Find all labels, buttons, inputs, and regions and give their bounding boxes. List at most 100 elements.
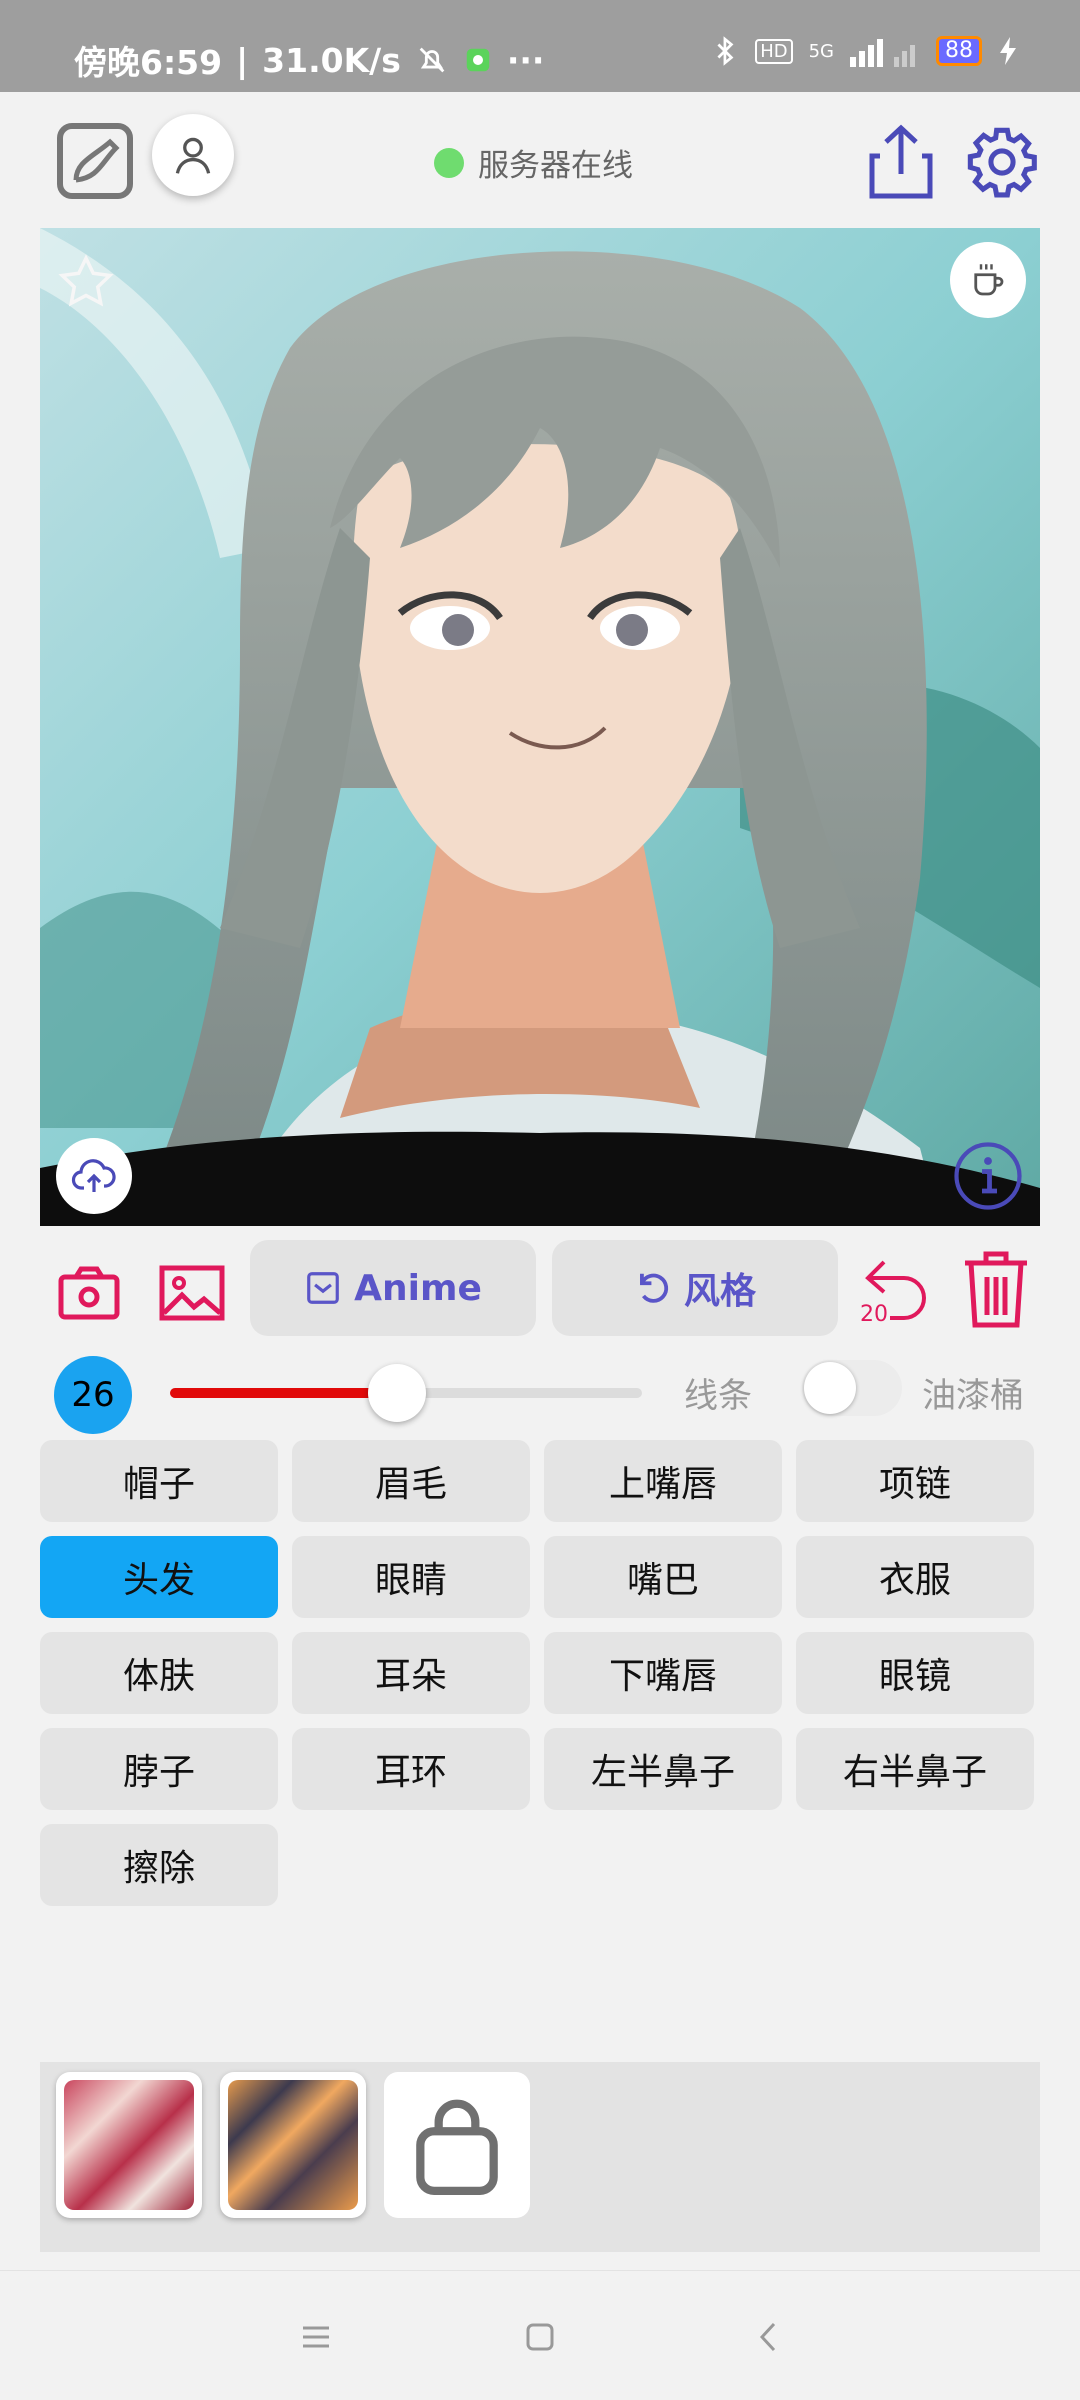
vpn-icon bbox=[466, 48, 490, 72]
part-chip-label: 擦除 bbox=[122, 1848, 195, 1889]
charging-icon bbox=[1000, 37, 1016, 65]
status-bar: 傍晚6:59 | 31.0K/s ··· HD 5G 88 bbox=[0, 0, 1080, 92]
part-chip[interactable]: 左半鼻子 bbox=[544, 1728, 782, 1810]
locked-style-slot[interactable] bbox=[384, 2072, 530, 2218]
part-chip-label: 项链 bbox=[878, 1464, 951, 1505]
line-mode-label[interactable]: 线条 bbox=[684, 1368, 752, 1417]
part-chip[interactable]: 脖子 bbox=[40, 1728, 278, 1810]
signal-icon bbox=[850, 39, 915, 67]
draw-edit-icon bbox=[57, 123, 133, 199]
bluetooth-icon bbox=[717, 36, 734, 66]
part-chip[interactable]: 眼睛 bbox=[292, 1536, 530, 1618]
back-icon bbox=[759, 2322, 776, 2352]
model-label: Anime bbox=[354, 1267, 482, 1309]
part-chip[interactable]: 头发 bbox=[40, 1536, 278, 1618]
toggle-knob bbox=[804, 1362, 856, 1414]
top-bar: 服务器在线 bbox=[0, 92, 1080, 222]
status-left: 傍晚6:59 | 31.0K/s ··· bbox=[74, 36, 544, 84]
part-chip-label: 衣服 bbox=[878, 1560, 951, 1601]
paint-bucket-toggle[interactable] bbox=[802, 1360, 902, 1416]
part-chip-label: 眉毛 bbox=[374, 1464, 447, 1505]
part-selector-grid: 帽子 眉毛 上嘴唇 项链头发 眼睛 嘴巴 衣服体肤 耳朵 下嘴唇 眼镜脖子 耳环 左半鼻子 右半鼻子擦除 bbox=[40, 1440, 1040, 1906]
refresh-icon bbox=[640, 1273, 669, 1303]
style-thumbnail-2[interactable] bbox=[220, 2072, 366, 2218]
info-icon bbox=[954, 1142, 1022, 1210]
generated-image-canvas[interactable] bbox=[40, 228, 1040, 1226]
style-swatch-orange bbox=[228, 2080, 358, 2210]
undo-button[interactable]: 20 bbox=[856, 1250, 936, 1330]
part-chip[interactable]: 耳朵 bbox=[292, 1632, 530, 1714]
lock-icon bbox=[416, 2099, 498, 2195]
coffee-icon bbox=[974, 264, 1004, 296]
part-chip[interactable]: 嘴巴 bbox=[544, 1536, 782, 1618]
server-status: 服务器在线 bbox=[434, 140, 633, 185]
camera-button[interactable] bbox=[54, 1260, 124, 1326]
part-chip[interactable]: 上嘴唇 bbox=[544, 1440, 782, 1522]
part-chip-label: 右半鼻子 bbox=[842, 1752, 987, 1793]
settings-button[interactable] bbox=[962, 122, 1042, 202]
model-select-button[interactable]: Anime bbox=[250, 1240, 536, 1336]
tool-row: Anime 风格 20 bbox=[0, 1240, 1080, 1340]
part-chip[interactable]: 眼镜 bbox=[796, 1632, 1034, 1714]
upload-button[interactable] bbox=[56, 1138, 132, 1214]
menu-button[interactable] bbox=[296, 2317, 336, 2357]
style-thumbnail-1[interactable] bbox=[56, 2072, 202, 2218]
part-chip[interactable]: 衣服 bbox=[796, 1536, 1034, 1618]
part-chip-label: 帽子 bbox=[122, 1464, 195, 1505]
part-chip-label: 体肤 bbox=[122, 1656, 195, 1697]
user-icon bbox=[175, 137, 211, 174]
coffee-button[interactable] bbox=[950, 242, 1026, 318]
style-button[interactable]: 风格 bbox=[552, 1240, 838, 1336]
user-button[interactable] bbox=[152, 114, 234, 196]
part-chip-label: 头发 bbox=[122, 1560, 195, 1601]
anime-portrait-image bbox=[40, 228, 1040, 1226]
part-chip-label: 左半鼻子 bbox=[590, 1752, 735, 1793]
part-chip-label: 耳朵 bbox=[374, 1656, 447, 1697]
part-chip[interactable]: 擦除 bbox=[40, 1824, 278, 1906]
part-chip-label: 眼睛 bbox=[374, 1560, 447, 1601]
inbox-icon bbox=[307, 1272, 339, 1304]
upload-icon bbox=[71, 1159, 116, 1192]
part-chip-label: 嘴巴 bbox=[626, 1560, 699, 1601]
system-nav-bar bbox=[0, 2270, 1080, 2400]
image-icon bbox=[159, 1265, 225, 1321]
part-chip[interactable]: 项链 bbox=[796, 1440, 1034, 1522]
part-chip[interactable]: 帽子 bbox=[40, 1440, 278, 1522]
draw-edit-button[interactable] bbox=[56, 122, 134, 200]
menu-icon bbox=[303, 2326, 329, 2348]
style-tray bbox=[40, 2062, 1040, 2252]
brush-size-thumb[interactable] bbox=[368, 1364, 426, 1422]
style-label: 风格 bbox=[683, 1271, 756, 1312]
gallery-button[interactable] bbox=[156, 1260, 228, 1326]
battery-indicator: 88 bbox=[936, 36, 982, 66]
network-type: 5G bbox=[808, 40, 834, 62]
style-swatch-red bbox=[64, 2080, 194, 2210]
part-chip-label: 眼镜 bbox=[878, 1656, 951, 1697]
share-button[interactable] bbox=[866, 122, 936, 202]
part-chip[interactable]: 体肤 bbox=[40, 1632, 278, 1714]
home-button[interactable] bbox=[520, 2317, 560, 2357]
part-chip-label: 耳环 bbox=[374, 1752, 447, 1793]
paint-bucket-label: 油漆桶 bbox=[922, 1376, 1024, 1416]
hd-icon: HD bbox=[755, 38, 793, 64]
network-speed: 31.0K/s bbox=[262, 40, 401, 80]
brush-size-fill bbox=[170, 1388, 397, 1398]
part-chip[interactable]: 耳环 bbox=[292, 1728, 530, 1810]
back-button[interactable] bbox=[748, 2317, 788, 2357]
mute-icon bbox=[419, 47, 445, 73]
part-chip[interactable]: 右半鼻子 bbox=[796, 1728, 1034, 1810]
brush-size-slider[interactable] bbox=[170, 1364, 642, 1422]
part-chip[interactable]: 下嘴唇 bbox=[544, 1632, 782, 1714]
part-chip[interactable]: 眉毛 bbox=[292, 1440, 530, 1522]
part-chip-label: 脖子 bbox=[122, 1752, 195, 1793]
delete-button[interactable] bbox=[958, 1246, 1034, 1332]
share-icon bbox=[869, 124, 933, 199]
brush-row: 26 线条 油漆桶 bbox=[0, 1350, 1080, 1434]
part-chip-label: 下嘴唇 bbox=[608, 1656, 717, 1697]
favorite-button[interactable] bbox=[54, 250, 118, 314]
home-icon bbox=[526, 2323, 554, 2351]
undo-count: 20 bbox=[860, 1302, 888, 1327]
status-right: HD 5G 88 bbox=[713, 34, 1018, 68]
info-button[interactable] bbox=[950, 1138, 1026, 1214]
status-time: 傍晚6:59 bbox=[74, 43, 223, 82]
